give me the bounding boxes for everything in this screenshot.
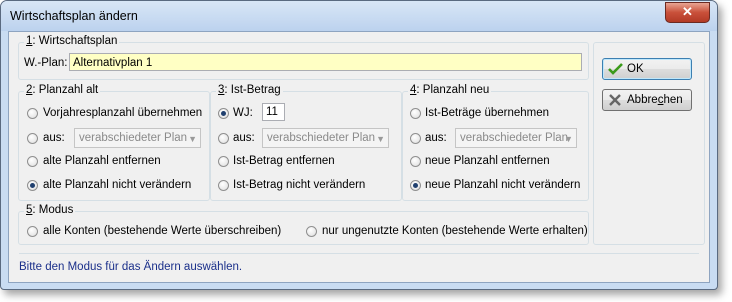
group-ist-betrag-label: 3: Ist-Betrag — [216, 84, 283, 96]
group-wirtschaftsplan-label: 1: Wirtschaftsplan — [24, 35, 120, 47]
radio-vorjahresplanzahl-label: Vorjahresplanzahl übernehmen — [43, 107, 203, 119]
divider — [19, 253, 699, 254]
radio-ist-betraege-label: Ist-Beträge übernehmen — [425, 107, 550, 119]
group-ist-betrag: 3: Ist-Betrag WJ: 11 aus: verabschiedete… — [210, 84, 402, 201]
combo-planzahl-alt[interactable]: verabschiedeter Plan ▼ — [74, 128, 201, 148]
ok-button[interactable]: OK — [602, 58, 692, 80]
radio-alle-konten-label: alle Konten (bestehende Werte überschrei… — [43, 225, 282, 237]
radio-alte-nicht-veraendern[interactable] — [27, 180, 38, 191]
chevron-down-icon: ▼ — [564, 134, 573, 144]
radio-aus-alt-label: aus: — [43, 132, 65, 144]
close-icon — [609, 94, 621, 106]
radio-ist-betraege[interactable] — [410, 108, 421, 119]
radio-aus-ist-label: aus: — [233, 132, 255, 144]
window-title: Wirtschaftsplan ändern — [10, 9, 138, 23]
wplan-input[interactable]: Alternativplan 1 — [69, 53, 582, 71]
wplan-label: W.-Plan: — [24, 57, 68, 69]
close-button[interactable]: ✕ — [665, 2, 710, 23]
radio-alte-entfernen-label: alte Planzahl entfernen — [43, 155, 161, 167]
dialog-window: Wirtschaftsplan ändern ✕ 1: Wirtschaftsp… — [0, 0, 718, 290]
radio-ist-entfernen[interactable] — [218, 156, 229, 167]
group-modus: 5: Modus alle Konten (bestehende Werte ü… — [18, 204, 589, 245]
radio-ist-nicht-veraendern-label: Ist-Betrag nicht verändern — [233, 179, 366, 191]
radio-wj-label: WJ: — [233, 107, 253, 119]
wj-input[interactable]: 11 — [262, 103, 285, 121]
radio-neue-nicht-veraendern[interactable] — [410, 180, 421, 191]
combo-planzahl-neu-value: verabschiedeter Plan — [460, 132, 569, 144]
radio-neue-nicht-veraendern-label: neue Planzahl nicht verändern — [425, 179, 581, 191]
radio-aus-neu[interactable] — [410, 133, 421, 144]
radio-alte-nicht-veraendern-label: alte Planzahl nicht verändern — [43, 179, 192, 191]
radio-alle-konten[interactable] — [27, 226, 38, 237]
radio-ist-entfernen-label: Ist-Betrag entfernen — [233, 155, 335, 167]
combo-ist-betrag[interactable]: verabschiedeter Plan ▼ — [262, 128, 389, 148]
radio-vorjahresplanzahl[interactable] — [27, 108, 38, 119]
radio-aus-ist[interactable] — [218, 133, 229, 144]
radio-alte-entfernen[interactable] — [27, 156, 38, 167]
group-modus-label: 5: Modus — [24, 204, 76, 216]
radio-neue-entfernen[interactable] — [410, 156, 421, 167]
radio-ungenutzte-konten-label: nur ungenutzte Konten (bestehende Werte … — [322, 225, 588, 237]
group-planzahl-alt-label: 2: Planzahl alt — [24, 84, 101, 96]
radio-neue-entfernen-label: neue Planzahl entfernen — [425, 155, 550, 167]
radio-ist-nicht-veraendern[interactable] — [218, 180, 229, 191]
group-planzahl-alt: 2: Planzahl alt Vorjahresplanzahl überne… — [18, 84, 210, 201]
chevron-down-icon: ▼ — [376, 134, 385, 144]
group-wirtschaftsplan: 1: Wirtschaftsplan W.-Plan: Alternativpl… — [18, 35, 589, 80]
cancel-button-label: Abbrechen — [627, 94, 683, 106]
title-bar[interactable]: Wirtschaftsplan ändern ✕ — [1, 1, 717, 31]
check-icon — [608, 63, 623, 75]
combo-planzahl-alt-value: verabschiedeter Plan — [79, 132, 188, 144]
radio-wj[interactable] — [218, 108, 229, 119]
ok-button-label: OK — [627, 63, 644, 75]
radio-aus-alt[interactable] — [27, 133, 38, 144]
status-text: Bitte den Modus für das Ändern auswählen… — [19, 261, 243, 273]
radio-aus-neu-label: aus: — [425, 132, 447, 144]
combo-planzahl-neu[interactable]: verabschiedeter Plan ▼ — [455, 128, 577, 148]
dialog-body: 1: Wirtschaftsplan W.-Plan: Alternativpl… — [8, 31, 710, 283]
group-planzahl-neu: 4: Planzahl neu Ist-Beträge übernehmen a… — [402, 84, 589, 201]
cancel-button[interactable]: Abbrechen — [602, 89, 692, 111]
combo-ist-betrag-value: verabschiedeter Plan — [267, 132, 376, 144]
group-planzahl-neu-label: 4: Planzahl neu — [408, 84, 492, 96]
radio-ungenutzte-konten[interactable] — [306, 226, 317, 237]
chevron-down-icon: ▼ — [188, 134, 197, 144]
